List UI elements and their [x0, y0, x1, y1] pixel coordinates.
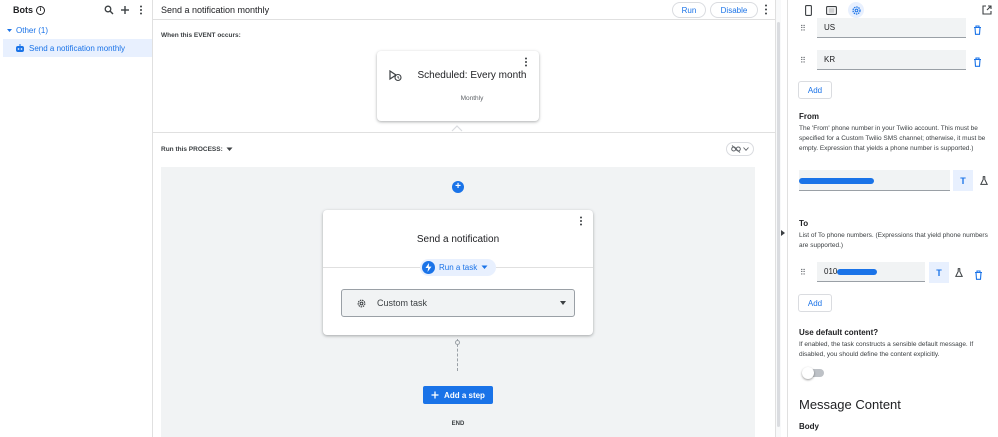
canvas-scrollbar[interactable]: [775, 0, 781, 437]
event-card-title: Scheduled: Every month: [417, 70, 527, 81]
from-description: The 'From' phone number in your Twilio a…: [799, 125, 986, 152]
sidebar-group-other[interactable]: Other (1): [0, 22, 152, 38]
add-country-button[interactable]: Add: [798, 81, 832, 99]
section-divider: [153, 132, 775, 133]
search-icon[interactable]: [104, 5, 114, 15]
scrollbar-thumb[interactable]: [777, 22, 780, 427]
default-content-title: Use default content?: [799, 328, 879, 337]
list-item-value[interactable]: US: [817, 18, 966, 38]
info-icon[interactable]: i: [36, 5, 45, 15]
event-card[interactable]: Scheduled: Every month Monthly: [377, 51, 539, 121]
default-content-description: If enabled, the task constructs a sensib…: [799, 341, 974, 358]
sidebar-title: Bots: [13, 5, 33, 15]
message-content-heading: Message Content: [799, 397, 901, 412]
more-vert-icon[interactable]: [136, 5, 146, 15]
process-area: + Send a notification Run a task Custom …: [161, 167, 755, 437]
add-icon[interactable]: [120, 5, 130, 15]
properties-panel: ⠿ US ⠿ KR Add From The 'From' phone numb…: [787, 0, 998, 437]
to-value-prefix: 010: [824, 267, 838, 276]
step-title: Send a notification: [416, 234, 500, 245]
to-title: To: [799, 219, 809, 228]
delete-icon[interactable]: [974, 267, 983, 285]
process-section-label[interactable]: Run this PROCESS:: [161, 146, 233, 153]
redacted-value-bar: [799, 178, 874, 184]
caret-down-icon: [481, 265, 488, 269]
delete-icon[interactable]: [973, 54, 982, 72]
text-mode-button[interactable]: T: [929, 262, 949, 283]
end-label: END: [451, 421, 465, 427]
more-vert-icon[interactable]: [576, 216, 586, 226]
link-toggle-button[interactable]: [726, 142, 754, 156]
chevron-down-icon: [743, 147, 749, 151]
add-step-button[interactable]: Add a step: [423, 386, 493, 404]
bot-icon: [16, 43, 24, 52]
list-item: ⠿ KR: [800, 50, 990, 70]
sidebar-group-label: Other (1): [16, 25, 49, 35]
bots-sidebar: Bots i Other (1) Send a notification mon…: [0, 0, 153, 437]
gear-icon: [357, 299, 366, 307]
redacted-value-bar: [837, 269, 877, 275]
phone-view-icon[interactable]: [800, 2, 816, 18]
run-task-dropdown[interactable]: Run a task: [420, 259, 496, 276]
to-value-input[interactable]: 010: [817, 262, 925, 282]
flask-expression-icon[interactable]: [974, 170, 994, 191]
list-item-value[interactable]: KR: [817, 50, 966, 70]
to-description: List of To phone numbers. (Expressions t…: [799, 232, 988, 249]
default-content-toggle[interactable]: [802, 367, 824, 379]
caret-down-icon: [560, 301, 566, 305]
event-section-label: When this EVENT occurs:: [161, 32, 241, 39]
event-card-subtitle: Monthly: [460, 95, 484, 102]
task-select-value: Custom task: [377, 298, 428, 308]
from-title: From: [799, 112, 819, 121]
drag-handle-icon[interactable]: ⠿: [800, 24, 810, 33]
link-off-icon: [731, 145, 741, 153]
list-item: ⠿ US: [800, 18, 990, 38]
schedule-icon: [389, 69, 403, 87]
editor-header: Send a notification monthly Run Disable: [153, 0, 775, 20]
flask-expression-icon[interactable]: [949, 262, 969, 283]
text-mode-button[interactable]: T: [953, 170, 973, 191]
step-card[interactable]: Send a notification Run a task Custom ta…: [323, 210, 593, 335]
drag-handle-icon[interactable]: ⠿: [800, 56, 810, 65]
bot-canvas: When this EVENT occurs: Scheduled: Every…: [153, 21, 775, 437]
tablet-view-icon[interactable]: [823, 2, 839, 18]
run-button[interactable]: Run: [672, 2, 706, 18]
process-section-text: Run this PROCESS:: [161, 146, 223, 153]
disable-button[interactable]: Disable: [710, 2, 758, 18]
connector-node: [455, 340, 460, 345]
add-step-circle-icon[interactable]: +: [452, 181, 464, 193]
panel-collapse-arrow-icon[interactable]: [781, 230, 785, 236]
settings-tab-icon[interactable]: [848, 2, 864, 18]
delete-icon[interactable]: [973, 22, 982, 40]
more-vert-icon[interactable]: [521, 57, 531, 67]
more-vert-icon[interactable]: [761, 4, 771, 14]
sidebar-item-label: Send a notification monthly: [29, 43, 126, 53]
add-step-label: Add a step: [444, 390, 485, 400]
chevron-down-icon: [7, 28, 12, 32]
from-expression-input[interactable]: [799, 170, 950, 191]
sidebar-header: Bots i: [0, 0, 152, 20]
sidebar-actions: [104, 5, 146, 15]
body-label: Body: [799, 422, 819, 431]
plus-icon: [431, 391, 439, 399]
task-select[interactable]: Custom task: [341, 289, 575, 317]
caret-down-icon: [226, 147, 233, 151]
add-to-number-button[interactable]: Add: [798, 294, 832, 312]
toggle-knob: [802, 367, 814, 379]
connector-chevron-icon: [451, 125, 463, 132]
run-task-label: Run a task: [439, 263, 478, 272]
open-in-new-icon[interactable]: [979, 2, 995, 18]
sidebar-item-bot[interactable]: Send a notification monthly: [3, 39, 152, 57]
drag-handle-icon[interactable]: ⠿: [800, 268, 810, 277]
page-title: Send a notification monthly: [161, 4, 270, 15]
bolt-icon: [422, 261, 435, 274]
